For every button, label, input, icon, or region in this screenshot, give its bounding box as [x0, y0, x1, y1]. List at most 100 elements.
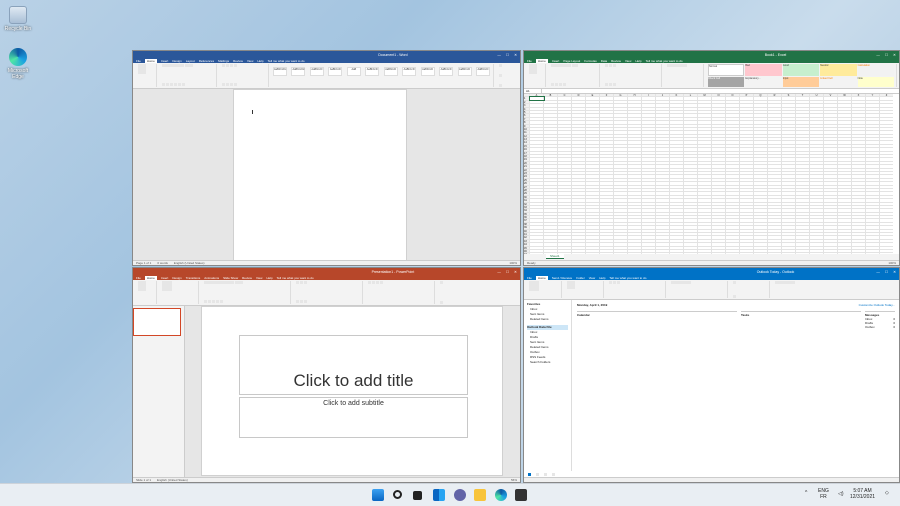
- cell[interactable]: [782, 199, 796, 202]
- cell[interactable]: [684, 175, 698, 178]
- cell[interactable]: [712, 110, 726, 114]
- word-tab-help[interactable]: Help: [257, 59, 263, 63]
- cell[interactable]: [572, 192, 586, 195]
- cell[interactable]: [740, 171, 754, 175]
- column-header[interactable]: G: [614, 94, 628, 97]
- cell[interactable]: [712, 212, 726, 216]
- cell[interactable]: [670, 226, 684, 229]
- cell[interactable]: [544, 185, 558, 188]
- cell[interactable]: [852, 188, 866, 192]
- cell[interactable]: [586, 188, 600, 192]
- cell[interactable]: [530, 121, 544, 124]
- word-tab-home[interactable]: Home: [144, 58, 157, 63]
- cell[interactable]: [712, 188, 726, 192]
- cell[interactable]: [558, 134, 572, 138]
- cell[interactable]: [558, 192, 572, 195]
- cell[interactable]: [810, 239, 824, 243]
- cell[interactable]: [768, 141, 782, 144]
- cell[interactable]: [600, 229, 614, 233]
- cell[interactable]: [754, 185, 768, 188]
- cell[interactable]: [782, 161, 796, 165]
- cell[interactable]: [768, 168, 782, 171]
- cell[interactable]: [824, 171, 838, 175]
- cell[interactable]: [782, 233, 796, 236]
- cell[interactable]: [796, 171, 810, 175]
- cell[interactable]: [670, 219, 684, 222]
- cell[interactable]: [614, 243, 628, 246]
- cell[interactable]: [824, 117, 838, 121]
- cell[interactable]: [740, 134, 754, 138]
- cell[interactable]: [796, 158, 810, 161]
- cell[interactable]: [558, 249, 572, 253]
- cell[interactable]: [796, 202, 810, 205]
- cell[interactable]: [530, 229, 544, 233]
- cell[interactable]: [698, 222, 712, 226]
- cell[interactable]: [530, 104, 544, 107]
- cell[interactable]: [824, 178, 838, 182]
- cell[interactable]: [684, 178, 698, 182]
- cell[interactable]: [782, 185, 796, 188]
- nav-deleted[interactable]: Deleted Items: [527, 317, 568, 322]
- cell[interactable]: [740, 239, 754, 243]
- cell[interactable]: [628, 158, 642, 161]
- cell[interactable]: [824, 195, 838, 199]
- cell[interactable]: [852, 168, 866, 171]
- cell[interactable]: [782, 222, 796, 226]
- cell[interactable]: [544, 155, 558, 158]
- close-icon[interactable]: ✕: [514, 53, 517, 57]
- outlook-tab-folder[interactable]: Folder: [576, 276, 585, 280]
- cell[interactable]: [544, 188, 558, 192]
- cell[interactable]: [726, 97, 740, 100]
- cell[interactable]: [572, 239, 586, 243]
- cell[interactable]: [754, 188, 768, 192]
- cell[interactable]: [558, 161, 572, 165]
- cell[interactable]: [852, 117, 866, 121]
- cell[interactable]: [544, 131, 558, 134]
- cell[interactable]: [866, 114, 880, 117]
- cell[interactable]: [628, 165, 642, 168]
- cell[interactable]: [656, 212, 670, 216]
- cell[interactable]: [684, 199, 698, 202]
- sheet-tab-sheet1[interactable]: Sheet1: [546, 254, 564, 259]
- cell[interactable]: [782, 219, 796, 222]
- cell[interactable]: [572, 246, 586, 249]
- word-tab-layout[interactable]: Layout: [186, 59, 195, 63]
- cell[interactable]: [544, 161, 558, 165]
- cell[interactable]: [558, 131, 572, 134]
- cell[interactable]: [726, 158, 740, 161]
- cell[interactable]: [810, 175, 824, 178]
- cell[interactable]: [740, 131, 754, 134]
- cell[interactable]: [754, 199, 768, 202]
- cell[interactable]: [866, 236, 880, 239]
- cell[interactable]: [684, 171, 698, 175]
- cell[interactable]: [698, 195, 712, 199]
- cell[interactable]: [558, 175, 572, 178]
- cell[interactable]: [824, 199, 838, 202]
- cell[interactable]: [852, 209, 866, 212]
- cell[interactable]: [530, 209, 544, 212]
- cell[interactable]: [572, 141, 586, 144]
- cell[interactable]: [824, 131, 838, 134]
- cell[interactable]: [558, 205, 572, 209]
- cell[interactable]: [796, 107, 810, 110]
- cell[interactable]: [558, 138, 572, 141]
- cell-style-neutral[interactable]: Neutral: [820, 64, 857, 76]
- cell[interactable]: [740, 175, 754, 178]
- cell[interactable]: [838, 104, 852, 107]
- cell[interactable]: [866, 97, 880, 100]
- cell[interactable]: [726, 121, 740, 124]
- cell[interactable]: [600, 134, 614, 138]
- cell[interactable]: [544, 100, 558, 104]
- excel-tab-review[interactable]: Review: [611, 59, 621, 63]
- cell[interactable]: [754, 246, 768, 249]
- cell[interactable]: [670, 144, 684, 148]
- column-header[interactable]: X: [852, 94, 866, 97]
- cell[interactable]: [866, 151, 880, 155]
- cell[interactable]: [824, 104, 838, 107]
- cell[interactable]: [838, 175, 852, 178]
- cell[interactable]: [866, 226, 880, 229]
- cell[interactable]: [656, 165, 670, 168]
- cell[interactable]: [572, 155, 586, 158]
- cell[interactable]: [544, 202, 558, 205]
- cell[interactable]: [642, 121, 656, 124]
